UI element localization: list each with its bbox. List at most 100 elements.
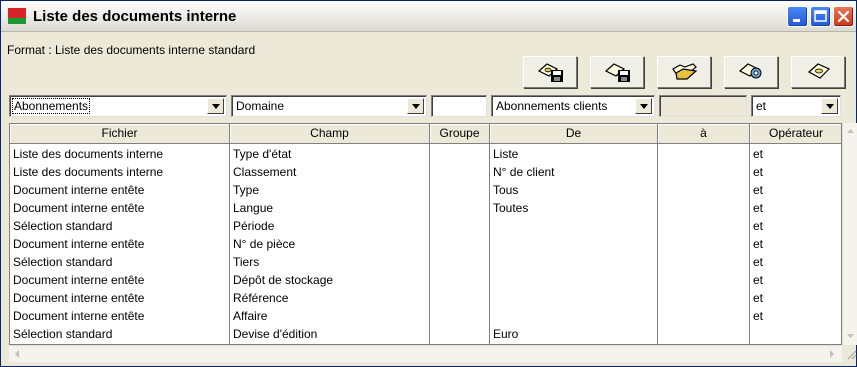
- cell-fichier[interactable]: Sélection standard: [10, 325, 230, 343]
- cell-a[interactable]: [658, 181, 750, 199]
- cell-de[interactable]: Euro: [490, 325, 658, 343]
- cell-de[interactable]: N° de client: [490, 163, 658, 181]
- cell-champ[interactable]: Dépôt de stockage: [230, 271, 430, 289]
- open-button[interactable]: [657, 56, 711, 88]
- chevron-down-icon[interactable]: [207, 98, 224, 114]
- cell-operateur[interactable]: et: [750, 253, 841, 271]
- cell-champ[interactable]: Devise d'édition: [230, 325, 430, 343]
- cell-champ[interactable]: Classement: [230, 163, 430, 181]
- horizontal-scrollbar[interactable]: [9, 345, 842, 362]
- title-bar[interactable]: Liste des documents interne: [1, 1, 856, 32]
- cell-de[interactable]: Tous: [490, 181, 658, 199]
- cell-groupe[interactable]: [430, 199, 490, 217]
- minimize-button[interactable]: [787, 6, 808, 27]
- cell-fichier[interactable]: Liste des documents interne: [10, 145, 230, 163]
- cell-operateur[interactable]: et: [750, 163, 841, 181]
- chevron-down-icon[interactable]: [407, 98, 424, 114]
- cell-fichier[interactable]: Document interne entête: [10, 271, 230, 289]
- cell-operateur[interactable]: [750, 325, 841, 343]
- cell-fichier[interactable]: Sélection standard: [10, 217, 230, 235]
- cell-fichier[interactable]: Liste des documents interne: [10, 163, 230, 181]
- column-header-de[interactable]: De: [490, 124, 658, 144]
- cell-operateur[interactable]: et: [750, 217, 841, 235]
- table-row[interactable]: Sélection standard Tiers et: [10, 253, 841, 271]
- cell-a[interactable]: [658, 325, 750, 343]
- cell-groupe[interactable]: [430, 163, 490, 181]
- cell-de[interactable]: [490, 271, 658, 289]
- cell-groupe[interactable]: [430, 145, 490, 163]
- resize-grip-icon[interactable]: [842, 345, 857, 362]
- table-row[interactable]: Document interne entête Dépôt de stockage…: [10, 271, 841, 289]
- table-row[interactable]: Sélection standard Devise d'édition Euro: [10, 325, 841, 343]
- cell-champ[interactable]: Tiers: [230, 253, 430, 271]
- column-header-a[interactable]: à: [658, 124, 750, 144]
- column-header-fichier[interactable]: Fichier: [10, 124, 230, 144]
- cell-de[interactable]: Liste: [490, 145, 658, 163]
- vertical-scrollbar[interactable]: [842, 123, 857, 345]
- cell-de[interactable]: [490, 289, 658, 307]
- cell-operateur[interactable]: et: [750, 145, 841, 163]
- table-row[interactable]: Liste des documents interne Type d'état Li…: [10, 145, 841, 163]
- cell-groupe[interactable]: [430, 307, 490, 325]
- cell-fichier[interactable]: Document interne entête: [10, 289, 230, 307]
- table-select[interactable]: Abonnements: [9, 95, 227, 117]
- cell-groupe[interactable]: [430, 253, 490, 271]
- cell-groupe[interactable]: [430, 325, 490, 343]
- table-row[interactable]: Document interne entête Référence et: [10, 289, 841, 307]
- cell-champ[interactable]: Période: [230, 217, 430, 235]
- column-header-groupe[interactable]: Groupe: [430, 124, 490, 144]
- close-button[interactable]: [833, 6, 854, 27]
- cell-groupe[interactable]: [430, 181, 490, 199]
- cell-de[interactable]: [490, 253, 658, 271]
- cell-operateur[interactable]: et: [750, 199, 841, 217]
- table-row[interactable]: Sélection standard Période et: [10, 217, 841, 235]
- from-select[interactable]: Abonnements clients: [491, 95, 655, 117]
- cell-groupe[interactable]: [430, 217, 490, 235]
- field-select[interactable]: Domaine: [231, 95, 427, 117]
- link-button[interactable]: [724, 56, 778, 88]
- cell-groupe[interactable]: [430, 289, 490, 307]
- cell-de[interactable]: [490, 307, 658, 325]
- column-header-operateur[interactable]: Opérateur: [750, 124, 841, 144]
- cell-a[interactable]: [658, 217, 750, 235]
- table-row[interactable]: Document interne entête N° de pièce et: [10, 235, 841, 253]
- cell-champ[interactable]: N° de pièce: [230, 235, 430, 253]
- cell-groupe[interactable]: [430, 235, 490, 253]
- scroll-up-icon[interactable]: [843, 123, 857, 139]
- chevron-down-icon[interactable]: [821, 98, 838, 114]
- cell-de[interactable]: [490, 217, 658, 235]
- cell-a[interactable]: [658, 253, 750, 271]
- scroll-left-icon[interactable]: [9, 346, 26, 362]
- cell-champ[interactable]: Type: [230, 181, 430, 199]
- cell-de[interactable]: [490, 235, 658, 253]
- clear-button[interactable]: [791, 56, 845, 88]
- cell-fichier[interactable]: Document interne entête: [10, 199, 230, 217]
- cell-fichier[interactable]: Document interne entête: [10, 181, 230, 199]
- cell-champ[interactable]: Type d'état: [230, 145, 430, 163]
- operator-select[interactable]: et: [751, 95, 841, 117]
- cell-a[interactable]: [658, 307, 750, 325]
- cell-fichier[interactable]: Document interne entête: [10, 235, 230, 253]
- cell-groupe[interactable]: [430, 271, 490, 289]
- cell-a[interactable]: [658, 289, 750, 307]
- cell-operateur[interactable]: et: [750, 307, 841, 325]
- save-as-button[interactable]: [590, 56, 644, 88]
- cell-fichier[interactable]: Document interne entête: [10, 307, 230, 325]
- chevron-down-icon[interactable]: [635, 98, 652, 114]
- cell-operateur[interactable]: et: [750, 235, 841, 253]
- cell-a[interactable]: [658, 145, 750, 163]
- scroll-down-icon[interactable]: [843, 328, 857, 344]
- cell-fichier[interactable]: Sélection standard: [10, 253, 230, 271]
- column-header-champ[interactable]: Champ: [230, 124, 430, 144]
- to-input[interactable]: [659, 95, 747, 117]
- cell-a[interactable]: [658, 271, 750, 289]
- cell-a[interactable]: [658, 199, 750, 217]
- group-input[interactable]: [431, 95, 487, 117]
- cell-champ[interactable]: Affaire: [230, 307, 430, 325]
- cell-operateur[interactable]: et: [750, 181, 841, 199]
- cell-a[interactable]: [658, 163, 750, 181]
- maximize-button[interactable]: [810, 6, 831, 27]
- scroll-right-icon[interactable]: [823, 346, 840, 362]
- cell-de[interactable]: Toutes: [490, 199, 658, 217]
- table-row[interactable]: Liste des documents interne Classement N° …: [10, 163, 841, 181]
